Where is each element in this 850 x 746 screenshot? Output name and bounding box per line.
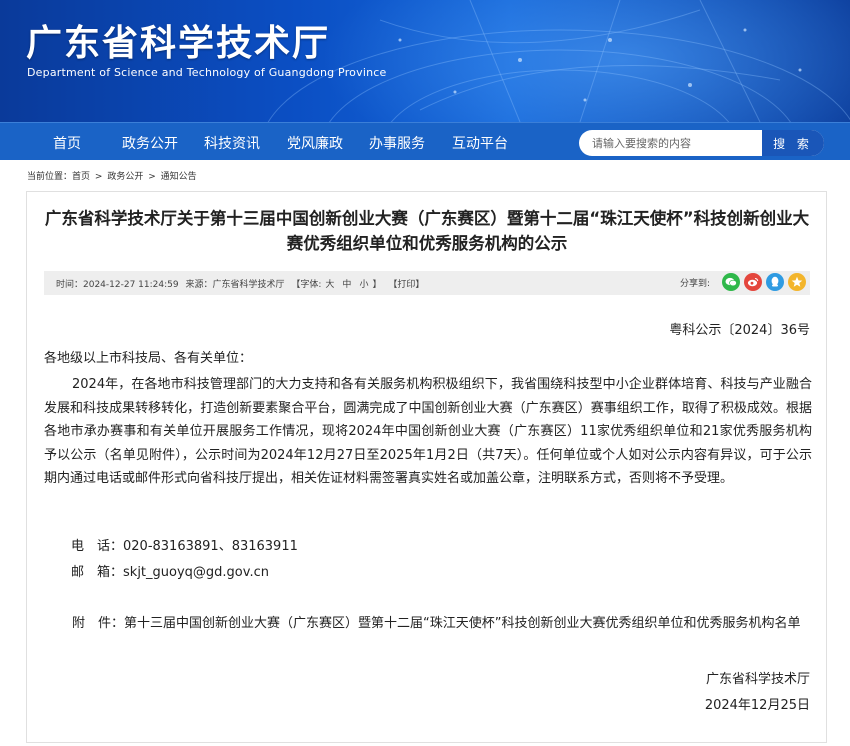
breadcrumb-separator: > [94, 172, 103, 182]
article-addressee: 各地级以上市科技局、各有关单位： [44, 351, 253, 366]
article-meta-bar: 时间：2024-12-27 11:24:59 来源：广东省科学技术厅 【字体: 大… [44, 271, 810, 295]
print-button[interactable]: 【打印】 [388, 280, 424, 290]
breadcrumb-gov-affairs[interactable]: 政务公开 [107, 172, 143, 182]
nav-item-integrity[interactable]: 党风廉政 [287, 133, 343, 153]
email-label: 邮 箱： [71, 565, 124, 580]
qzone-icon[interactable] [788, 273, 806, 291]
site-title: 广东省科学技术厅 [26, 23, 331, 64]
breadcrumb-notices[interactable]: 通知公告 [161, 172, 197, 182]
breadcrumb-separator: > [148, 172, 156, 182]
share-label: 分享到: [679, 278, 710, 289]
breadcrumb-home[interactable]: 首页 [72, 172, 90, 182]
font-size-medium[interactable]: 中 [342, 280, 351, 290]
search-button[interactable]: 搜 索 [762, 130, 824, 156]
phone-label: 电 话： [71, 539, 124, 554]
document-number: 粤科公示〔2024〕36号 [669, 323, 810, 338]
nav-item-gov-affairs[interactable]: 政务公开 [122, 133, 178, 153]
nav-item-services[interactable]: 办事服务 [369, 133, 425, 153]
contact-phone: 电 话：020-83163891、83163911 [71, 535, 298, 554]
search-box: 搜 索 [579, 130, 824, 156]
font-size-label: 【字体: [291, 280, 322, 290]
site-subtitle: Department of Science and Technology of … [27, 66, 387, 79]
font-size-small[interactable]: 小 [359, 280, 368, 290]
breadcrumb: 当前位置：首页 > 政务公开 > 通知公告 [27, 169, 197, 182]
signer: 广东省科学技术厅 [705, 672, 810, 687]
main-nav: 首页 政务公开 科技资讯 党风廉政 办事服务 互动平台 搜 索 [0, 122, 850, 160]
sign-date: 2024年12月25日 [704, 698, 810, 713]
font-size-close: 】 [372, 280, 382, 290]
nav-item-tech-news[interactable]: 科技资讯 [204, 133, 260, 153]
email-value[interactable]: skjt_guoyq@gd.gov.cn [123, 565, 269, 580]
search-input[interactable] [579, 130, 762, 156]
article-meta: 时间：2024-12-27 11:24:59 来源：广东省科学技术厅 【字体: 大… [56, 277, 428, 290]
article-container: 广东省科学技术厅关于第十三届中国创新创业大赛（广东赛区）暨第十二届“珠江天使杯”… [26, 191, 827, 743]
nav-item-interaction[interactable]: 互动平台 [452, 133, 508, 153]
breadcrumb-prefix: 当前位置： [27, 172, 73, 182]
share-bar: 分享到: [680, 273, 806, 291]
nav-item-home[interactable]: 首页 [53, 133, 81, 153]
contact-email: 邮 箱：skjt_guoyq@gd.gov.cn [71, 561, 269, 580]
weibo-icon[interactable] [744, 273, 762, 291]
qq-icon[interactable] [766, 273, 784, 291]
article-paragraph: 2024年，在各地市科技管理部门的大力支持和各有关服务机构积极组织下，我省围绕科… [44, 377, 812, 486]
attachment-link[interactable]: 附 件：第十三届中国创新创业大赛（广东赛区）暨第十二届“珠江天使杯”科技创新创业… [44, 612, 812, 636]
phone-value: 020-83163891、83163911 [123, 539, 298, 554]
wechat-icon[interactable] [722, 273, 740, 291]
article-source: 来源：广东省科学技术厅 [185, 280, 285, 290]
font-size-large[interactable]: 大 [325, 280, 334, 290]
site-banner: 广东省科学技术厅 Department of Science and Techn… [0, 0, 850, 122]
publish-time: 时间：2024-12-27 11:24:59 [56, 280, 179, 290]
article-title: 广东省科学技术厅关于第十三届中国创新创业大赛（广东赛区）暨第十二届“珠江天使杯”… [44, 209, 810, 253]
